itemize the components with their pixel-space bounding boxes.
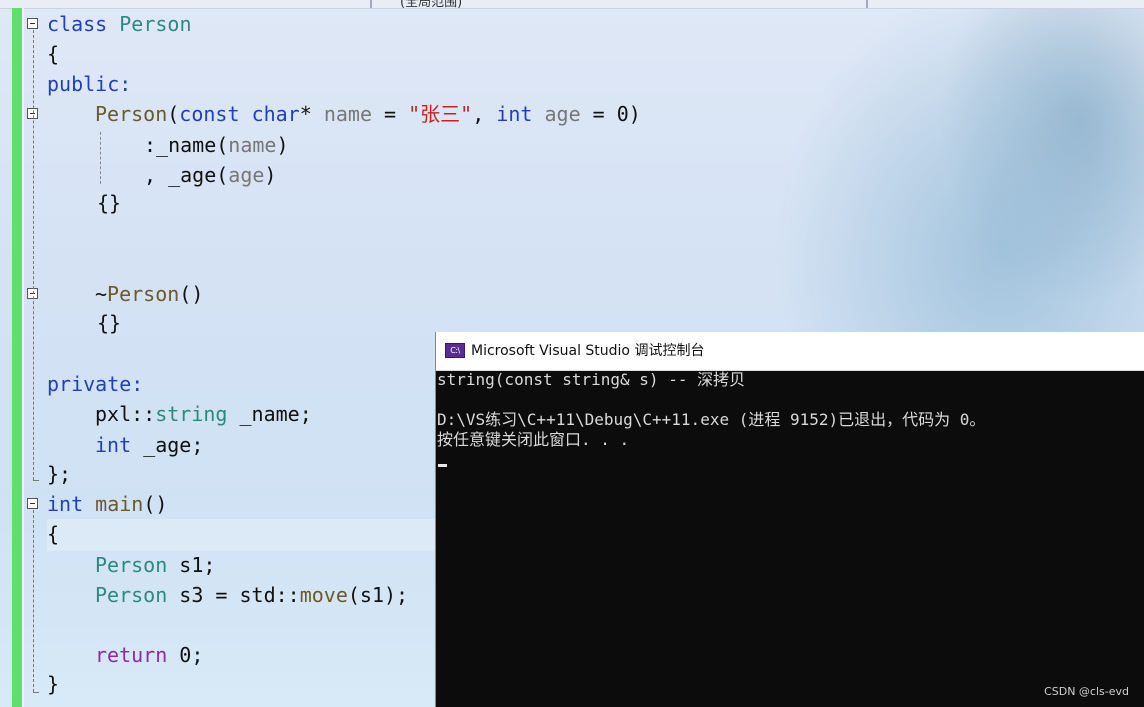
paren: ) [276, 133, 289, 157]
param: age [228, 163, 265, 187]
code-line-2[interactable]: { [47, 40, 59, 68]
code-line-9[interactable]: {} [97, 309, 121, 337]
watermark: CSDN @cls-evd [1044, 685, 1129, 698]
keyword: int [95, 433, 132, 457]
change-tracking-bar [12, 8, 22, 707]
code-line-16[interactable]: Person s1; [95, 551, 215, 579]
code-line-5[interactable]: :_name(name) [144, 131, 289, 159]
brace: {} [97, 311, 122, 335]
code-line-6[interactable]: , _age(age) [144, 161, 276, 189]
brace: } [47, 672, 60, 696]
indent-guide [100, 132, 101, 184]
console-line: string(const string& s) -- 深拷贝 [437, 370, 746, 389]
gutter-margin [22, 8, 24, 707]
type: Person [95, 553, 168, 577]
brace: { [47, 42, 60, 66]
code-line-19[interactable]: } [47, 670, 59, 698]
code-line-3[interactable]: public: [47, 70, 131, 98]
code-line-1[interactable]: class Person [47, 10, 192, 38]
brace: { [47, 522, 60, 546]
string-literal: "张三" [408, 102, 473, 126]
param: name [323, 102, 372, 126]
console-output[interactable]: string(const string& s) -- 深拷贝 D:\VS练习\C… [437, 370, 1144, 707]
console-line: D:\VS练习\C++11\Debug\C++11.exe (进程 9152)已… [437, 410, 986, 429]
paren: () [143, 492, 168, 516]
console-titlebar[interactable]: C:\ Microsoft Visual Studio 调试控制台 [436, 332, 1144, 371]
fold-toggle-class[interactable] [27, 18, 38, 29]
debug-console-window[interactable]: C:\ Microsoft Visual Studio 调试控制台 string… [435, 332, 1144, 707]
fold-region-end [33, 480, 39, 481]
code-line-8[interactable]: ~Person() [95, 280, 203, 308]
access-specifier: public: [47, 72, 132, 96]
scope-dropdown-fragment[interactable]: (全局范围) [400, 0, 462, 10]
code-rest: 0; [167, 643, 204, 667]
code-line-10[interactable]: private: [47, 370, 143, 398]
current-line-highlight [47, 519, 437, 551]
code-rest: (s1); [347, 583, 409, 607]
fold-toggle-main[interactable] [27, 498, 38, 509]
class-name: Person [119, 12, 192, 36]
code-line-18[interactable]: return 0; [95, 641, 203, 669]
access-specifier: private: [47, 372, 144, 396]
console-title: Microsoft Visual Studio 调试控制台 [471, 343, 705, 359]
code-rest: s1; [167, 553, 216, 577]
console-line: 按任意键关闭此窗口. . . [437, 430, 630, 449]
comma: , [472, 102, 497, 126]
param: name [228, 133, 277, 157]
tab-strip: (全局范围) [0, 0, 1144, 10]
fold-region-line [33, 30, 34, 480]
pointer: * [299, 102, 324, 126]
brace: }; [47, 462, 72, 486]
tab-divider [0, 0, 372, 8]
paren: ( [167, 102, 180, 126]
paren: () [179, 282, 204, 306]
dtor-name: Person [107, 282, 180, 306]
code-rest: _name; [227, 402, 312, 426]
keyword: const [179, 102, 240, 126]
keyword: int [496, 102, 533, 126]
ctor-name: Person [95, 102, 168, 126]
init-member: :_name( [144, 133, 229, 157]
code-line-17[interactable]: Person s3 = std::move(s1); [95, 581, 408, 609]
init-member: , _age( [144, 163, 229, 187]
code-line-12[interactable]: int _age; [95, 431, 203, 459]
code-line-11[interactable]: pxl::string _name; [95, 400, 312, 428]
paren: ) [264, 163, 277, 187]
fold-region-end [33, 692, 39, 693]
function-name: main [95, 492, 144, 516]
keyword: char [251, 102, 300, 126]
brace: {} [97, 191, 122, 215]
param: age [544, 102, 581, 126]
namespace: pxl [95, 402, 132, 426]
operator: = [372, 102, 409, 126]
code-rest: _age; [131, 433, 204, 457]
code-mid: s3 = std:: [167, 583, 300, 607]
tilde: ~ [95, 282, 108, 306]
keyword: int [47, 492, 84, 516]
function-name: move [299, 583, 348, 607]
control-keyword: return [95, 643, 168, 667]
code-line-4[interactable]: Person(const char* name = "张三", int age … [95, 100, 641, 128]
code-line-7[interactable]: {} [97, 189, 121, 217]
type: string [155, 402, 228, 426]
code-line-14[interactable]: int main() [47, 490, 167, 518]
type: Person [95, 583, 168, 607]
code-rest: = 0) [580, 102, 641, 126]
code-line-15[interactable]: { [47, 520, 59, 548]
text-cursor [438, 464, 447, 467]
keyword: class [47, 12, 108, 36]
scope-op: :: [131, 402, 156, 426]
fold-region-line [33, 510, 34, 692]
console-app-icon: C:\ [445, 343, 465, 358]
code-line-13[interactable]: }; [47, 460, 71, 488]
